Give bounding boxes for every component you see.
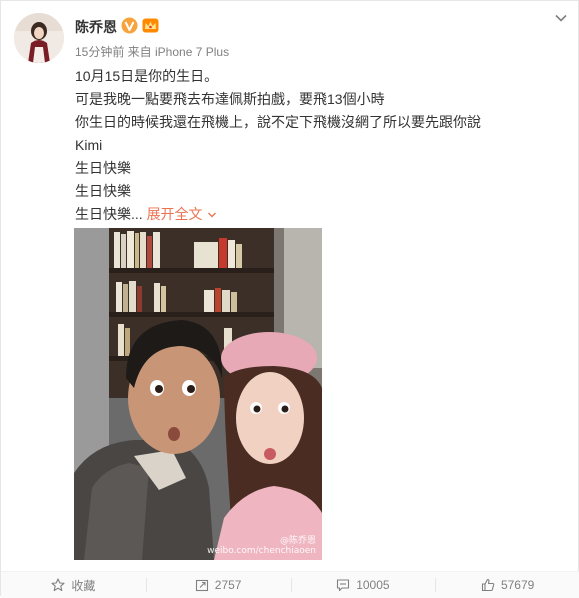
photo-watermark: @陈乔恩 weibo.com/chenchiaoen xyxy=(207,536,316,556)
collect-button[interactable]: 收藏 xyxy=(1,572,146,598)
comment-icon xyxy=(337,579,350,592)
avatar[interactable] xyxy=(14,13,64,63)
repost-button[interactable]: 2757 xyxy=(145,572,291,598)
v-badge-icon[interactable] xyxy=(121,17,138,34)
post-line: Kimi xyxy=(75,137,103,153)
post-line: 可是我晚一點要飛去布達佩斯拍戲，要飛13個小時 xyxy=(75,91,385,107)
avatar-image xyxy=(14,13,64,63)
action-bar: 收藏 2757 10005 57679 xyxy=(1,571,579,598)
comment-button[interactable]: 10005 xyxy=(290,572,436,598)
crown-icon[interactable] xyxy=(142,18,159,33)
author-name[interactable]: 陈乔恩 xyxy=(75,17,117,37)
chevron-down-icon xyxy=(207,212,216,218)
repost-count: 2757 xyxy=(214,578,242,592)
post-photo[interactable]: @陈乔恩 weibo.com/chenchiaoen xyxy=(74,228,322,560)
expand-label: 展开全文 xyxy=(146,206,203,222)
post-text: 10月15日是你的生日。 可是我晚一點要飛去布達佩斯拍戲，要飛13個小時 你生日… xyxy=(75,65,555,226)
collect-label: 收藏 xyxy=(71,578,96,593)
comment-count: 10005 xyxy=(356,578,390,592)
expand-full-text-link[interactable]: 展开全文 xyxy=(147,206,217,222)
selfie-image xyxy=(74,228,322,560)
post-line: 你生日的時候我還在飛機上，說不定下飛機沒網了所以要先跟你說 xyxy=(75,114,481,130)
thumbs-up-icon xyxy=(481,578,495,592)
chevron-down-icon[interactable] xyxy=(554,11,568,25)
star-icon xyxy=(51,578,65,592)
watermark-line: weibo.com/chenchiaoen xyxy=(207,546,316,556)
watermark-line: @陈乔恩 xyxy=(279,536,316,546)
like-count: 57679 xyxy=(500,578,535,592)
post-meta: 15分钟前 来自 iPhone 7 Plus xyxy=(75,45,230,59)
post-line: 生日快樂... xyxy=(75,206,143,222)
repost-icon xyxy=(195,579,208,592)
like-button[interactable]: 57679 xyxy=(435,572,579,598)
post-line: 10月15日是你的生日。 xyxy=(75,68,219,84)
post-line: 生日快樂 xyxy=(75,160,131,176)
weibo-post-card: 陈乔恩 15分钟前 来自 iPhone 7 Plus 10月15日是你的生日。 … xyxy=(0,0,579,598)
post-line-last: 生日快樂... 展开全文 xyxy=(75,203,555,226)
post-line: 生日快樂 xyxy=(75,183,131,199)
